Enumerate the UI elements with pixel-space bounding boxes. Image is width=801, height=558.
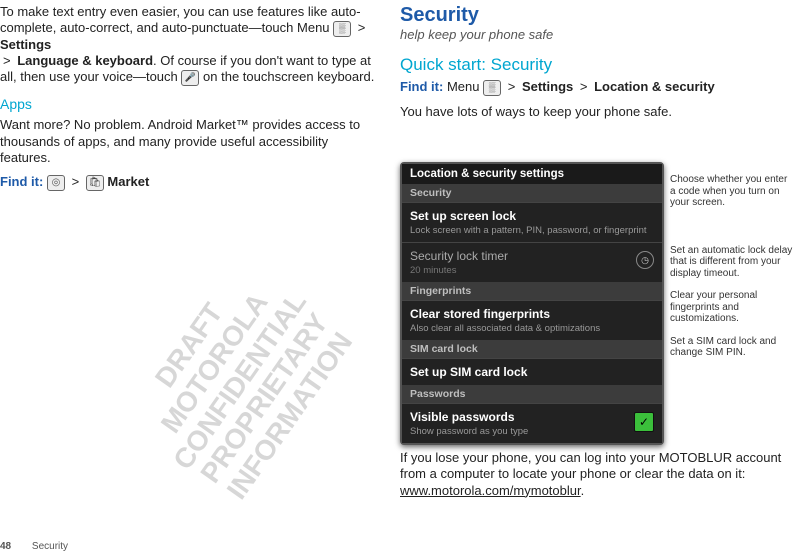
watermark-l1: DRAFT — [102, 230, 276, 461]
security-subtitle: help keep your phone safe — [400, 27, 788, 43]
item-lock-timer-title: Security lock timer — [410, 249, 654, 263]
menu-icon-r — [483, 80, 501, 96]
microphone-icon — [181, 70, 199, 86]
apps-heading: Apps — [0, 96, 378, 114]
checkbox-icon[interactable]: ✓ — [634, 412, 654, 432]
watermark-l2: MOTOROLA CONFIDENTIAL — [128, 248, 328, 496]
findit-label-r: Find it: — [400, 79, 443, 94]
phone-title: Location & security settings — [402, 164, 662, 184]
footer: 48 Security — [0, 541, 68, 552]
clock-icon: ◷ — [636, 251, 654, 269]
settings-r: Settings — [522, 79, 573, 94]
item-sim-lock-title: Set up SIM card lock — [410, 365, 654, 379]
callout-simlock: Set a SIM card lock and change SIM PIN. — [670, 336, 795, 359]
section-fingerprints: Fingerprints — [402, 282, 662, 300]
findit-row-right: Find it: Menu > Settings > Location & se… — [400, 79, 788, 96]
section-sim: SIM card lock — [402, 340, 662, 358]
watermark-l3: PROPRIETARY INFORMATION — [178, 283, 378, 531]
locsec-r: Location & security — [594, 79, 715, 94]
item-clear-fp-title: Clear stored fingerprints — [410, 307, 654, 321]
gt2: > — [3, 53, 11, 68]
intro-text-3: on the touchscreen keyboard. — [203, 69, 374, 84]
market-icon — [86, 175, 104, 191]
lang-kb-label: Language & keyboard — [17, 53, 153, 68]
item-lock-timer[interactable]: ◷ Security lock timer 20 minutes — [402, 242, 662, 282]
watermark: DRAFT MOTOROLA CONFIDENTIAL PROPRIETARY … — [102, 230, 377, 531]
after-phone-text: If you lose your phone, you can log into… — [400, 450, 788, 499]
settings-label: Settings — [0, 37, 51, 52]
item-clear-fp-sub: Also clear all associated data & optimiz… — [410, 323, 654, 334]
findit-row-left: Find it: > Market — [0, 174, 378, 191]
intro-text-1: To make text entry even easier, you can … — [0, 4, 361, 35]
callout-timer: Set an automatic lock delay that is diff… — [670, 245, 795, 280]
quickstart-heading: Quick start: Security — [400, 55, 788, 75]
motoblur-url[interactable]: www.motorola.com/mymotoblur — [400, 483, 581, 498]
menu-icon — [333, 21, 351, 37]
item-lock-timer-sub: 20 minutes — [410, 265, 654, 276]
footer-section: Security — [32, 541, 68, 552]
callout-screenlock: Choose whether you enter a code when you… — [670, 174, 795, 209]
item-screen-lock-sub: Lock screen with a pattern, PIN, passwor… — [410, 225, 654, 236]
item-screen-lock[interactable]: Set up screen lock Lock screen with a pa… — [402, 202, 662, 242]
menu-word: Menu — [447, 79, 480, 94]
gt5: > — [580, 79, 588, 94]
item-visible-pw-sub: Show password as you type — [410, 426, 654, 437]
gt4: > — [508, 79, 516, 94]
item-visible-pw-title: Visible passwords — [410, 410, 654, 424]
launcher-icon — [47, 175, 65, 191]
apps-body: Want more? No problem. Android Market™ p… — [0, 117, 378, 166]
callouts: Choose whether you enter a code when you… — [670, 162, 795, 370]
page-number: 48 — [0, 541, 11, 552]
item-screen-lock-title: Set up screen lock — [410, 209, 654, 223]
callout-fingerprints: Clear your personal fingerprints and cus… — [670, 290, 795, 325]
after-text: If you lose your phone, you can log into… — [400, 450, 781, 481]
item-clear-fp[interactable]: Clear stored fingerprints Also clear all… — [402, 300, 662, 340]
item-visible-pw[interactable]: ✓ Visible passwords Show password as you… — [402, 403, 662, 443]
intro-paragraph: To make text entry even easier, you can … — [0, 4, 378, 86]
gt3: > — [72, 174, 80, 189]
section-security: Security — [402, 184, 662, 202]
market-label: Market — [107, 174, 149, 189]
lots-text: You have lots of ways to keep your phone… — [400, 104, 788, 120]
gt: > — [358, 20, 366, 35]
findit-label: Find it: — [0, 174, 43, 189]
security-heading: Security — [400, 4, 788, 27]
phone-mockup: Location & security settings Security Se… — [400, 162, 664, 445]
item-sim-lock[interactable]: Set up SIM card lock — [402, 358, 662, 385]
section-passwords: Passwords — [402, 385, 662, 403]
